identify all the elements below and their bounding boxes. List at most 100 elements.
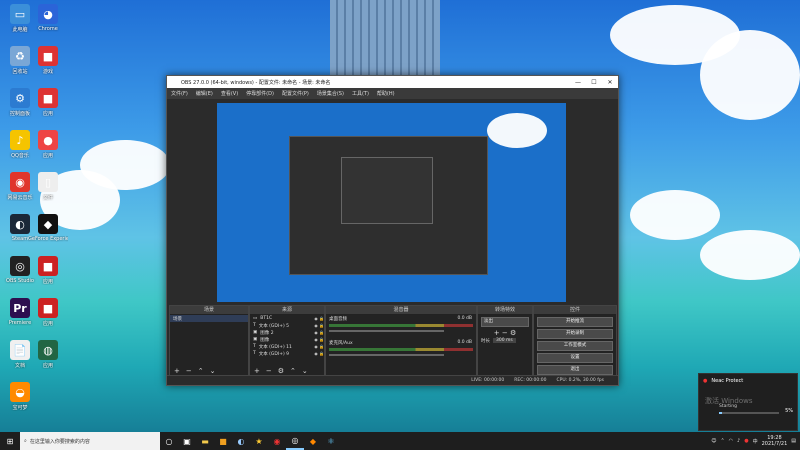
preview-nested-window — [289, 136, 488, 275]
down-icon[interactable]: ⌄ — [302, 367, 308, 375]
desktop-icon[interactable]: ■ 游戏 — [28, 46, 68, 75]
control-button[interactable]: 开始录制 — [537, 329, 613, 339]
app-icon: ◆ — [38, 214, 58, 234]
visibility-lock-icon[interactable]: ◉ 🔒 — [314, 316, 324, 321]
control-button[interactable]: 开始推流 — [537, 317, 613, 327]
obs-titlebar[interactable]: OBS 27.0.0 (64-bit, windows) - 配置文件: 未命名… — [167, 76, 618, 88]
menu-item[interactable]: 工具(T) — [352, 90, 369, 97]
desktop-icon[interactable]: ■ 应用 — [28, 298, 68, 327]
desktop-icon[interactable]: ▯ 文件 — [28, 172, 68, 201]
maximize-icon[interactable]: ☐ — [586, 79, 602, 86]
up-icon[interactable]: ⌃ — [198, 367, 204, 375]
app-tray-icon[interactable]: ● — [744, 438, 748, 444]
minimize-icon[interactable]: — — [570, 79, 586, 86]
taskbar-search[interactable]: ⌕ 在这里输入你要搜索的内容 — [20, 432, 160, 450]
remove-icon[interactable]: − — [266, 367, 272, 375]
cloud — [487, 113, 547, 148]
desktop-icon[interactable]: ◕ Chrome — [28, 4, 68, 32]
app-icon: ⚙ — [10, 88, 30, 108]
source-item[interactable]: T 文本 (GDI+) 9 ◉ 🔒 — [250, 350, 324, 357]
clock[interactable]: 19:28 2021/7/21 — [762, 435, 788, 447]
menu-item[interactable]: 帮助(H) — [377, 90, 395, 97]
control-button[interactable]: 设置 — [537, 353, 613, 363]
source-item[interactable]: ▣ 图像 2 ◉ 🔒 — [250, 329, 324, 336]
app-icon: ◐ — [10, 214, 30, 234]
menu-item[interactable]: 场景集合(S) — [317, 90, 344, 97]
netease-music-icon[interactable]: ◉ — [268, 432, 286, 450]
source-label: 文本 (GDI+) 5 — [258, 323, 290, 329]
menu-item[interactable]: 查看(V) — [221, 90, 238, 97]
source-type-icon: ▣ — [253, 337, 258, 342]
steam-icon[interactable]: ◐ — [232, 432, 250, 450]
notification-center-icon[interactable]: ▤ — [791, 438, 796, 444]
up-icon[interactable]: ⌃ — [290, 367, 296, 375]
app-icon: ■ — [38, 88, 58, 108]
source-item[interactable]: T 文本 (GDI+) 5 ◉ 🔒 — [250, 322, 324, 329]
remove-icon[interactable]: − — [186, 367, 192, 375]
user-icon[interactable]: ☺ — [711, 438, 716, 444]
cortana-icon[interactable]: ○ — [160, 432, 178, 450]
track-name: 桌面音频 — [329, 317, 347, 322]
desktop-icon[interactable]: ■ 应用 — [28, 88, 68, 117]
volume-slider[interactable] — [329, 330, 445, 332]
obs-taskbar-icon[interactable]: ◎ — [286, 432, 304, 450]
volume-meter — [329, 348, 473, 351]
obs-statusbar: LIVE: 00:00:00 REC: 00:00:00 CPU: 0.2%, … — [167, 375, 618, 385]
desktop-icon[interactable]: ◆ GeForce Experience — [28, 214, 68, 242]
add-icon[interactable]: + — [174, 367, 180, 375]
desktop-icon[interactable]: ◍ 应用 — [28, 340, 68, 369]
source-label: 图像 2 — [260, 330, 274, 336]
app-icon[interactable]: ⚛ — [322, 432, 340, 450]
down-icon[interactable]: ⌄ — [210, 367, 216, 375]
source-item[interactable]: T 文本 (GDI+) 11 ◉ 🔒 — [250, 343, 324, 350]
obs-menubar: 文件(F) 编辑(E) 查看(V) 停靠部件(D) 配置文件(P) 场景集合(S) 工具(T… — [167, 88, 618, 99]
duration-input[interactable]: 300 ms — [493, 338, 516, 343]
search-placeholder: 在这里输入你要搜索的内容 — [29, 438, 90, 445]
app-icon[interactable]: ◆ — [304, 432, 322, 450]
app-icon: ◒ — [10, 382, 30, 402]
source-label: 图像 — [260, 337, 270, 343]
source-item[interactable]: ▣ 图像 ◉ 🔒 — [250, 336, 324, 343]
star-icon[interactable]: ★ — [250, 432, 268, 450]
source-item[interactable]: ▭ BT1C ◉ 🔒 — [250, 315, 324, 322]
scene-item[interactable]: 场景 — [170, 315, 248, 322]
visibility-lock-icon[interactable]: ◉ 🔒 — [314, 330, 324, 335]
notification-toast[interactable]: ● Neac Protect 激活 Windows Starting 5% — [698, 373, 798, 431]
app-icon: ◉ — [10, 172, 30, 192]
wifi-icon[interactable]: ◠ — [729, 438, 733, 444]
visibility-lock-icon[interactable]: ◉ 🔒 — [314, 351, 324, 356]
obs-window[interactable]: OBS 27.0.0 (64-bit, windows) - 配置文件: 未命名… — [166, 75, 619, 386]
desktop-icon[interactable]: ● 应用 — [28, 130, 68, 159]
obs-preview[interactable] — [217, 103, 566, 302]
app-icon: ■ — [38, 46, 58, 66]
menu-item[interactable]: 配置文件(P) — [282, 90, 309, 97]
chevron-up-icon[interactable]: ⌃ — [720, 438, 724, 444]
system-tray: ☺ ⌃ ◠ ♪ ● 中 19:28 2021/7/21 ▤ — [711, 435, 800, 447]
desktop-icon[interactable]: ◒ 宝可梦 — [0, 382, 40, 411]
close-icon[interactable]: ✕ — [602, 79, 618, 86]
transition-select[interactable]: 淡出 — [481, 317, 529, 327]
visibility-lock-icon[interactable]: ◉ 🔒 — [314, 344, 324, 349]
cloud — [700, 230, 800, 280]
file-explorer-icon[interactable]: ▬ — [196, 432, 214, 450]
control-button[interactable]: 退出 — [537, 365, 613, 375]
ime-icon[interactable]: 中 — [753, 438, 758, 445]
desktop-icon-label: 应用 — [42, 279, 53, 285]
volume-slider[interactable] — [329, 354, 445, 356]
menu-item[interactable]: 停靠部件(D) — [246, 90, 274, 97]
add-icon[interactable]: + — [254, 367, 260, 375]
cpu-status: CPU: 0.2%, 30.00 fps — [556, 378, 605, 383]
visibility-lock-icon[interactable]: ◉ 🔒 — [314, 323, 324, 328]
control-button[interactable]: 工作室模式 — [537, 341, 613, 351]
gear-icon[interactable]: ⚙ — [278, 367, 284, 375]
desktop-icon[interactable]: ■ 应用 — [28, 256, 68, 285]
app-icon: ◕ — [38, 4, 58, 24]
volume-icon[interactable]: ♪ — [737, 438, 740, 444]
menu-item[interactable]: 文件(F) — [171, 90, 188, 97]
app-icon[interactable]: ■ — [214, 432, 232, 450]
menu-item[interactable]: 编辑(E) — [196, 90, 213, 97]
task-view-icon[interactable]: ▣ — [178, 432, 196, 450]
desktop-icon-label: 游戏 — [42, 69, 53, 75]
windows-start-icon[interactable]: ⊞ — [0, 432, 20, 450]
visibility-lock-icon[interactable]: ◉ 🔒 — [314, 337, 324, 342]
